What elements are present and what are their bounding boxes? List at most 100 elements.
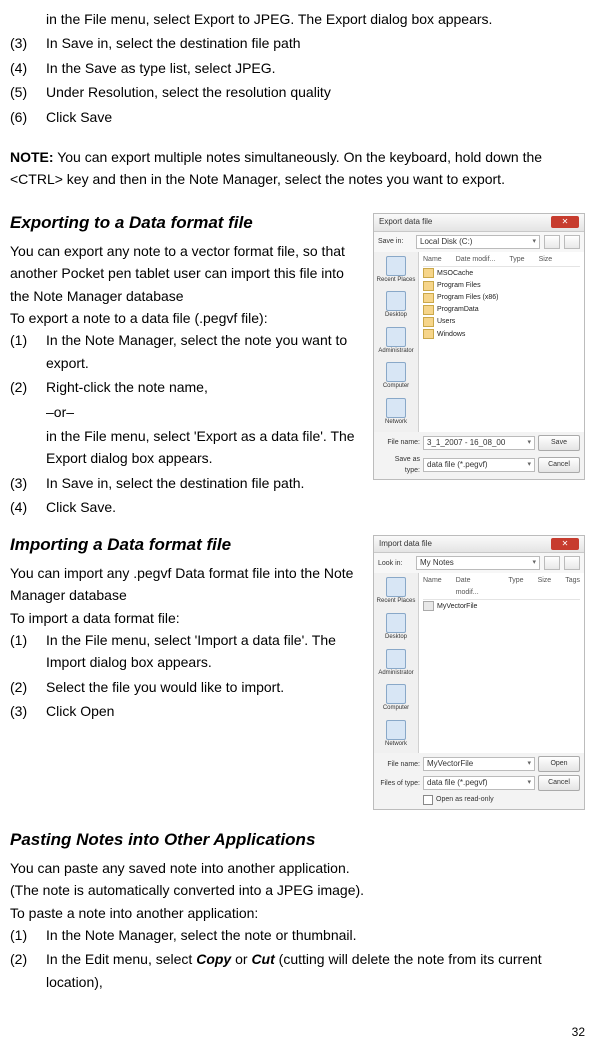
- page-number: 32: [10, 1023, 585, 1042]
- step-text: Select the file you would like to import…: [46, 676, 363, 698]
- step-number: (1): [10, 924, 46, 946]
- file-row[interactable]: MSOCache: [423, 268, 580, 279]
- list-item: (2) Select the file you would like to im…: [10, 676, 363, 698]
- step-number: (5): [10, 81, 46, 103]
- place-item[interactable]: Desktop: [385, 291, 407, 321]
- folder-icon: [423, 317, 434, 327]
- step-number: (6): [10, 106, 46, 128]
- place-item[interactable]: Recent Places: [377, 577, 416, 607]
- filename-input[interactable]: 3_1_2007 - 16_08_00▾: [423, 436, 535, 450]
- filename-label: File name:: [378, 759, 420, 770]
- folder-icon: [386, 577, 406, 597]
- lookin-combo[interactable]: My Notes ▾: [416, 556, 540, 570]
- place-item[interactable]: Computer: [383, 362, 409, 392]
- file-row[interactable]: Users: [423, 316, 580, 327]
- list-item: (6) Click Save: [10, 106, 585, 128]
- open-button[interactable]: Open: [538, 756, 580, 772]
- close-icon[interactable]: ✕: [551, 538, 579, 550]
- folder-icon: [423, 329, 434, 339]
- list-item: (2) In the Edit menu, select Copy or Cut…: [10, 948, 585, 993]
- folder-icon: [423, 305, 434, 315]
- file-list[interactable]: Name Date modif... Type Size MSOCache Pr…: [419, 252, 584, 432]
- savein-combo[interactable]: Local Disk (C:) ▾: [416, 235, 540, 249]
- chevron-down-icon: ▾: [532, 236, 536, 248]
- step-text: In the Edit menu, select Copy or Cut (cu…: [46, 948, 585, 993]
- section-heading: Pasting Notes into Other Applications: [10, 826, 585, 853]
- place-item[interactable]: Administrator: [378, 649, 413, 679]
- step-number: (2): [10, 376, 46, 398]
- step-text: In Save in, select the destination file …: [46, 32, 585, 54]
- step-text: in the File menu, select 'Export as a da…: [46, 425, 363, 470]
- file-row[interactable]: ProgramData: [423, 304, 580, 315]
- cancel-button[interactable]: Cancel: [538, 457, 580, 473]
- column-headers: Name Date modif... Type Size: [423, 254, 580, 267]
- checkbox-icon: [423, 795, 433, 805]
- dialog-titlebar: Import data file ✕: [374, 536, 584, 554]
- filename-label: File name:: [378, 437, 420, 448]
- note-paragraph: NOTE: You can export multiple notes simu…: [10, 146, 585, 191]
- step-number: (2): [10, 676, 46, 698]
- list-item: in the File menu, select 'Export as a da…: [10, 425, 363, 470]
- place-item[interactable]: Desktop: [385, 613, 407, 643]
- file-row[interactable]: MyVectorFile: [423, 601, 580, 612]
- readonly-checkbox[interactable]: Open as read-only: [423, 794, 535, 805]
- dialog-titlebar: Export data file ✕: [374, 214, 584, 232]
- place-item[interactable]: Recent Places: [377, 256, 416, 286]
- step-number: (4): [10, 57, 46, 79]
- toolbar-button[interactable]: [564, 556, 580, 570]
- file-row[interactable]: Program Files: [423, 280, 580, 291]
- desktop-icon: [386, 291, 406, 311]
- list-item: in the File menu, select Export to JPEG.…: [10, 8, 585, 30]
- step-text: In the Note Manager, select the note or …: [46, 924, 585, 946]
- file-row[interactable]: Program Files (x86): [423, 292, 580, 303]
- toolbar-button[interactable]: [544, 235, 560, 249]
- save-button[interactable]: Save: [538, 435, 580, 451]
- step-number: (4): [10, 496, 46, 518]
- place-item[interactable]: Administrator: [378, 327, 413, 357]
- toolbar-button[interactable]: [564, 235, 580, 249]
- chevron-down-icon: ▾: [532, 557, 536, 569]
- list-item: (3) In Save in, select the destination f…: [10, 472, 363, 494]
- file-list[interactable]: Name Date modif... Type Size Tags MyVect…: [419, 573, 584, 753]
- computer-icon: [386, 362, 406, 382]
- computer-icon: [386, 684, 406, 704]
- place-item[interactable]: Network: [385, 720, 407, 750]
- places-bar: Recent Places Desktop Administrator Comp…: [374, 252, 419, 432]
- type-combo[interactable]: data file (*.pegvf)▾: [423, 776, 535, 790]
- cancel-button[interactable]: Cancel: [538, 775, 580, 791]
- place-item[interactable]: Network: [385, 398, 407, 428]
- page-content: in the File menu, select Export to JPEG.…: [10, 8, 585, 1042]
- step-number: (3): [10, 32, 46, 54]
- places-bar: Recent Places Desktop Administrator Comp…: [374, 573, 419, 753]
- step-text: In Save in, select the destination file …: [46, 472, 363, 494]
- network-icon: [386, 398, 406, 418]
- network-icon: [386, 720, 406, 740]
- chevron-down-icon: ▾: [527, 777, 531, 789]
- toolbar-button[interactable]: [544, 556, 560, 570]
- list-item: –or–: [10, 401, 363, 423]
- file-row[interactable]: Windows: [423, 329, 580, 340]
- step-text: Under Resolution, select the resolution …: [46, 81, 585, 103]
- import-dialog-screenshot: Import data file ✕ Look in: My Notes ▾ R…: [373, 535, 585, 810]
- close-icon[interactable]: ✕: [551, 216, 579, 228]
- lookin-label: Look in:: [378, 558, 412, 569]
- paste-section: Pasting Notes into Other Applications Yo…: [10, 826, 585, 994]
- step-text: –or–: [46, 401, 363, 423]
- list-item: (2) Right-click the note name,: [10, 376, 363, 398]
- step-number: (2): [10, 948, 46, 993]
- user-icon: [386, 327, 406, 347]
- step-number: (3): [10, 700, 46, 722]
- place-item[interactable]: Computer: [383, 684, 409, 714]
- export-section: Export data file ✕ Save in: Local Disk (…: [10, 209, 585, 521]
- list-item: (4) Click Save.: [10, 496, 585, 518]
- type-label: Save as type:: [378, 454, 420, 476]
- folder-icon: [423, 268, 434, 278]
- savein-label: Save in:: [378, 236, 412, 247]
- file-icon: [423, 601, 434, 611]
- column-headers: Name Date modif... Type Size Tags: [423, 575, 580, 599]
- export-dialog-screenshot: Export data file ✕ Save in: Local Disk (…: [373, 213, 585, 480]
- step-number: (1): [10, 629, 46, 674]
- filename-input[interactable]: MyVectorFile▾: [423, 757, 535, 771]
- type-combo[interactable]: data file (*.pegvf)▾: [423, 458, 535, 472]
- list-item: (1) In the Note Manager, select the note…: [10, 924, 585, 946]
